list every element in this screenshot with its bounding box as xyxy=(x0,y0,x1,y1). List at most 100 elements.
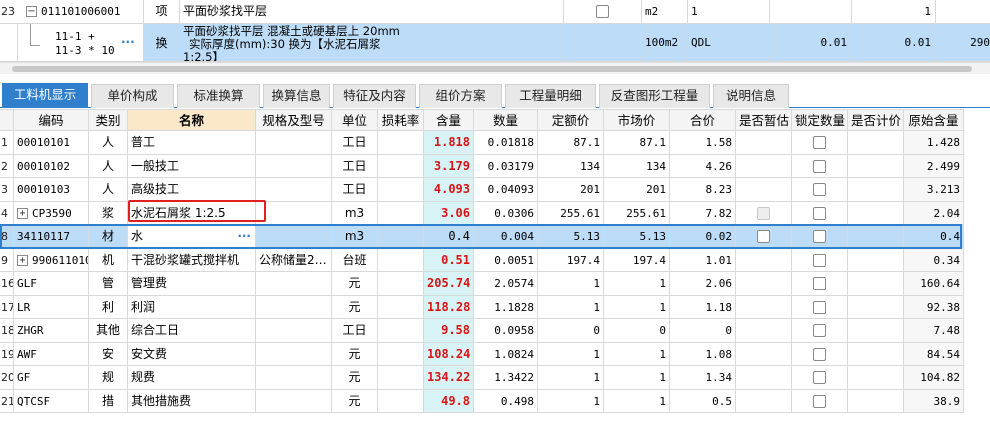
content-cell[interactable]: 3.179 xyxy=(424,154,474,177)
name-cell[interactable]: 其他措施费 xyxy=(128,389,256,412)
content-cell[interactable]: 9.58 xyxy=(424,319,474,342)
lock-quantity-cell[interactable] xyxy=(792,131,848,154)
content-cell[interactable]: 0.51 xyxy=(424,248,474,271)
lock-quantity-cell[interactable] xyxy=(792,389,848,412)
table-row[interactable]: 8 34110117 材水 ··· m3 0.4 0.004 5.13 5.13 0.02 0.4 xyxy=(0,225,964,249)
code-cell[interactable]: QTCSF xyxy=(14,389,89,412)
table-row[interactable]: 9 +990611010 机干混砂浆罐式搅拌机 公称储量2… 台班 0.51 0.0051 1… xyxy=(0,248,964,272)
content-cell[interactable]: 118.28 xyxy=(424,295,474,318)
tab-unit-price[interactable]: 单价构成 xyxy=(91,84,174,108)
checkbox[interactable] xyxy=(757,206,770,220)
priced-cell[interactable] xyxy=(848,366,904,389)
market-price-cell[interactable]: 1 xyxy=(604,389,670,412)
priced-cell[interactable] xyxy=(848,248,904,271)
table-row[interactable]: 4 + CP3590 浆水泥石屑浆 1:2.5 m3 3.06 0.0306 255.61 25… xyxy=(0,201,964,225)
header-spec[interactable]: 规格及型号 xyxy=(256,110,332,130)
market-price-cell[interactable]: 201 xyxy=(604,178,670,201)
code-cell[interactable]: 00010101 xyxy=(14,131,89,154)
name-cell[interactable]: 管理费 xyxy=(128,272,256,295)
content-cell[interactable]: 4.093 xyxy=(424,178,474,201)
lock-quantity-cell[interactable] xyxy=(792,272,848,295)
name-cell[interactable]: 水 ··· xyxy=(128,225,256,248)
checkbox[interactable] xyxy=(757,230,770,243)
checkbox[interactable] xyxy=(813,206,826,220)
table-row[interactable]: 21 QTCSF 措其他措施费元 49.8 0.498 1 1 0.5 38.9 xyxy=(0,389,964,413)
lock-quantity-cell[interactable] xyxy=(792,201,848,224)
name-cell[interactable]: 普工 xyxy=(128,131,256,154)
lock-quantity-cell[interactable] xyxy=(792,178,848,201)
tab-quantity-details[interactable]: 工程量明细 xyxy=(505,84,596,108)
code-cell[interactable]: GF xyxy=(14,366,89,389)
name-cell[interactable]: 水泥石屑浆 1:2.5 xyxy=(128,201,256,224)
lock-quantity-cell[interactable] xyxy=(792,154,848,177)
market-price-cell[interactable]: 255.61 xyxy=(604,201,670,224)
priced-cell[interactable] xyxy=(848,295,904,318)
market-price-cell[interactable]: 1 xyxy=(604,272,670,295)
subitem-code-cell[interactable]: 11-1 + 11-3 * 10 ··· xyxy=(18,24,144,61)
tab-reverse-graphic[interactable]: 反查图形工程量 xyxy=(599,84,710,108)
lock-quantity-cell[interactable] xyxy=(792,342,848,365)
item-checkbox[interactable] xyxy=(596,5,609,18)
header-loss-rate[interactable]: 损耗率 xyxy=(378,110,424,130)
priced-cell[interactable] xyxy=(848,342,904,365)
header-name[interactable]: 名称 xyxy=(128,110,256,130)
lock-quantity-cell[interactable] xyxy=(792,366,848,389)
market-price-cell[interactable]: 0 xyxy=(604,319,670,342)
item-code-cell[interactable]: −011101006001 xyxy=(18,0,144,23)
code-cell[interactable]: 34110117 xyxy=(14,225,89,248)
content-cell[interactable]: 0.4 xyxy=(424,225,474,248)
priced-cell[interactable] xyxy=(848,131,904,154)
provisional-cell[interactable] xyxy=(736,248,792,271)
code-cell[interactable]: 00010103 xyxy=(14,178,89,201)
priced-cell[interactable] xyxy=(848,389,904,412)
table-row[interactable]: 17 LR 利利润元 118.28 1.1828 1 1 1.18 92.38 xyxy=(0,295,964,319)
content-cell[interactable]: 108.24 xyxy=(424,342,474,365)
code-cell[interactable]: +990611010 xyxy=(14,248,89,271)
priced-cell[interactable] xyxy=(848,272,904,295)
lock-quantity-cell[interactable] xyxy=(792,248,848,271)
provisional-cell[interactable] xyxy=(736,178,792,201)
more-button[interactable]: ··· xyxy=(237,225,251,248)
priced-cell[interactable] xyxy=(848,178,904,201)
tab-conversion-info[interactable]: 换算信息 xyxy=(263,84,330,108)
priced-cell[interactable] xyxy=(848,225,904,248)
content-cell[interactable]: 1.818 xyxy=(424,131,474,154)
provisional-cell[interactable] xyxy=(736,225,792,248)
provisional-cell[interactable] xyxy=(736,131,792,154)
name-cell[interactable]: 综合工日 xyxy=(128,319,256,342)
horizontal-scrollbar[interactable] xyxy=(0,62,990,74)
name-cell[interactable]: 一般技工 xyxy=(128,154,256,177)
code-cell[interactable]: + CP3590 xyxy=(14,201,89,224)
priced-cell[interactable] xyxy=(848,201,904,224)
table-row[interactable]: 18 ZHGR 其他 综合工日 工日 9.58 0.0958 0 0 0 7.48 xyxy=(0,319,964,343)
code-cell[interactable]: ZHGR xyxy=(14,319,89,342)
table-row[interactable]: 19 AWF 安安文费元 108.24 1.0824 1 1 1.08 84.54 xyxy=(0,342,964,366)
header-provisional[interactable]: 是否暂估 xyxy=(736,110,792,130)
header-quota-price[interactable]: 定额价 xyxy=(538,110,604,130)
checkbox[interactable] xyxy=(813,159,826,173)
provisional-cell[interactable] xyxy=(736,201,792,224)
checkbox[interactable] xyxy=(813,394,826,408)
content-cell[interactable]: 134.22 xyxy=(424,366,474,389)
name-cell[interactable]: 安文费 xyxy=(128,342,256,365)
expand-icon[interactable]: + xyxy=(17,255,28,266)
header-content[interactable]: 含量 xyxy=(424,110,474,130)
table-row[interactable]: 2 00010102 人一般技工 工日 3.179 0.03179 134 134 4.26 2.… xyxy=(0,154,964,178)
market-price-cell[interactable]: 5.13 xyxy=(604,225,670,248)
header-total[interactable]: 合价 xyxy=(670,110,736,130)
checkbox[interactable] xyxy=(813,136,826,149)
item-checkbox-cell[interactable] xyxy=(564,0,642,23)
checkbox[interactable] xyxy=(813,277,826,290)
market-price-cell[interactable]: 134 xyxy=(604,154,670,177)
scrollbar-thumb[interactable] xyxy=(12,66,972,72)
name-cell[interactable]: 高级技工 xyxy=(128,178,256,201)
name-cell[interactable]: 规费 xyxy=(128,366,256,389)
header-market-price[interactable]: 市场价 xyxy=(604,110,670,130)
code-cell[interactable]: GLF xyxy=(14,272,89,295)
content-cell[interactable]: 49.8 xyxy=(424,389,474,412)
code-cell[interactable]: AWF xyxy=(14,342,89,365)
upper-row-subitem[interactable]: 11-1 + 11-3 * 10 ··· 换 平面砂浆找平层 混凝土或硬基层上 … xyxy=(0,24,990,62)
priced-cell[interactable] xyxy=(848,319,904,342)
provisional-cell[interactable] xyxy=(736,319,792,342)
table-row[interactable]: 3 00010103 人高级技工 工日 4.093 0.04093 201 201 8.23 3.… xyxy=(0,178,964,202)
